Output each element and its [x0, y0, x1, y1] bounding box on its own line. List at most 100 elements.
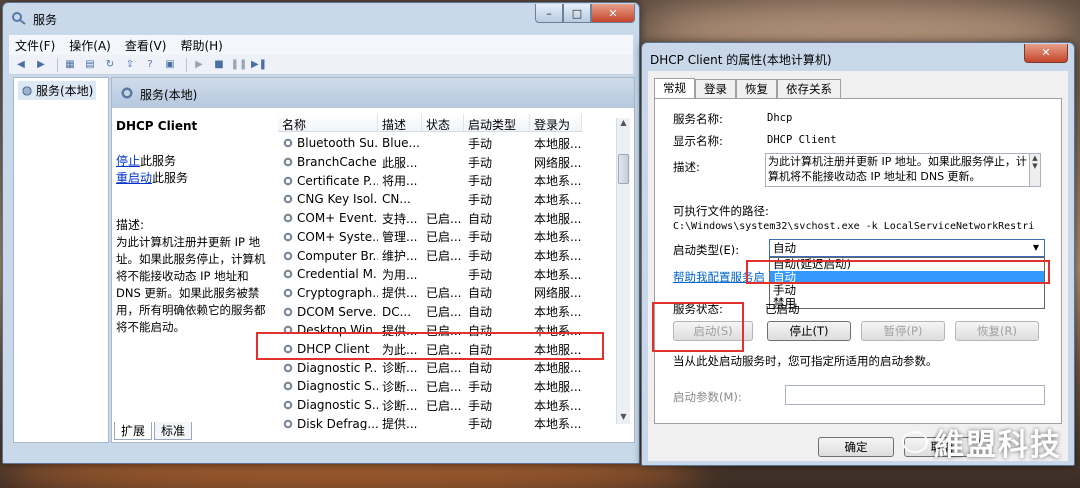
menu-help[interactable]: 帮助(H)	[180, 37, 222, 54]
log-on-as-cell: 本地系...	[534, 230, 582, 245]
start-parameters-label: 启动参数(M):	[673, 390, 742, 404]
table-row[interactable]: Cryptograph... 提供... 已启... 自动 网络服...	[278, 284, 582, 303]
gear-icon	[282, 361, 294, 374]
table-row[interactable]: Certificate P... 将用... 手动 本地系...	[278, 171, 582, 190]
chevron-down-icon[interactable]: ▼	[1028, 240, 1044, 256]
log-on-as-cell: 本地系...	[534, 267, 582, 282]
table-row[interactable]: Diagnostic S... 诊断... 已启... 手动 本地系...	[278, 396, 582, 415]
cell-text: Computer Br...	[297, 248, 378, 263]
startup-type-select[interactable]: 自动 ▼	[769, 239, 1045, 257]
vertical-scrollbar[interactable]: ▲ ▼	[616, 118, 630, 424]
column-description[interactable]: 描述	[378, 114, 422, 131]
log-on-as-cell: 本地服...	[534, 361, 582, 376]
table-row[interactable]: COM+ Event... 支持... 已启... 自动 本地服...	[278, 209, 582, 228]
window-title: 服务	[33, 13, 58, 27]
pause-button[interactable]: 暂停(P)	[861, 321, 945, 341]
tab-extended[interactable]: 扩展	[114, 422, 153, 440]
scroll-up-icon[interactable]: ▲	[617, 118, 630, 130]
column-status[interactable]: 状态	[422, 114, 464, 131]
cell-text: Diagnostic S...	[297, 398, 378, 413]
table-row[interactable]: CNG Key Isol... CN... 手动 本地系...	[278, 190, 582, 209]
startup-type-cell: 手动	[468, 174, 493, 189]
table-row[interactable]: Diagnostic S... 诊断... 已启... 手动 本地服...	[278, 377, 582, 396]
service-name-cell: Bluetooth Su...	[278, 136, 378, 150]
log-on-as-cell: 本地系...	[534, 174, 582, 189]
description-box[interactable]: 为此计算机注册并更新 IP 地址。如果此服务停止，计算机将不能接收动态 IP 地…	[765, 153, 1031, 187]
pane-title: 服务(本地)	[140, 88, 198, 102]
tab-general[interactable]: 常规	[654, 78, 695, 98]
tree-node-services-local[interactable]: 服务(本地)	[18, 81, 97, 100]
services-pane: 服务(本地) DHCP Client 停止此服务 重启动此服务 描述: 为此计算…	[111, 77, 635, 443]
table-row[interactable]: BranchCache 此服... 手动 网络服...	[278, 153, 582, 172]
stop-button[interactable]: 停止(T)	[767, 321, 851, 341]
tab-dependencies[interactable]: 依存关系	[777, 79, 841, 99]
menu-action[interactable]: 操作(A)	[69, 37, 111, 54]
service-status-value: 已启动	[765, 302, 800, 316]
table-row[interactable]: Bluetooth Su... Blue... 手动 本地服...	[278, 134, 582, 153]
description-cell: 支持...	[382, 211, 418, 226]
table-row[interactable]: Diagnostic P... 诊断... 已启... 自动 本地服...	[278, 358, 582, 377]
properties-icon[interactable]: ▤	[82, 58, 98, 72]
play-icon[interactable]: ▶	[191, 58, 207, 72]
menu-file[interactable]: 文件(F)	[15, 37, 55, 54]
dialog-close-button[interactable]: ✕	[1024, 44, 1068, 63]
refresh-icon[interactable]: ↻	[102, 58, 118, 72]
dialog-tabs: 常规 登录 恢复 依存关系	[654, 78, 841, 99]
highlight-box	[746, 260, 1050, 284]
option-disabled[interactable]: 禁用	[770, 297, 1044, 310]
close-button[interactable]: ✕	[591, 4, 635, 23]
pause-icon[interactable]: ❚❚	[231, 58, 248, 72]
scroll-down-icon[interactable]: ▼	[617, 412, 630, 424]
cell-text: CNG Key Isol...	[297, 192, 378, 207]
option-manual[interactable]: 手动	[770, 284, 1044, 297]
restart-icon[interactable]: ▶❚	[251, 58, 267, 72]
title-bar[interactable]: 服务 – □ ✕	[3, 3, 639, 33]
table-row[interactable]: Computer Br... 维护... 已启... 手动 本地系...	[278, 246, 582, 265]
minimize-button[interactable]: –	[535, 4, 563, 23]
column-name[interactable]: 名称	[278, 114, 378, 131]
export-icon[interactable]: ⇪	[122, 58, 138, 72]
table-row[interactable]: Credential M... 为用... 手动 本地系...	[278, 265, 582, 284]
watermark-text: 維盟科技	[934, 428, 1062, 463]
gear-icon	[282, 286, 294, 299]
show-tree-icon[interactable]: ▦	[62, 58, 78, 72]
log-on-as-cell: 本地系...	[534, 249, 582, 264]
column-startup-type[interactable]: 启动类型	[464, 114, 530, 131]
gear-icon	[282, 212, 294, 225]
help-icon[interactable]: ?	[142, 58, 158, 72]
service-name-cell: DCOM Serve...	[278, 305, 378, 319]
cell-text: COM+ Event...	[297, 211, 378, 226]
table-row[interactable]: COM+ Syste... 管理... 已启... 手动 本地系...	[278, 228, 582, 247]
stop-service-link[interactable]: 停止	[116, 154, 140, 168]
tab-recovery[interactable]: 恢复	[736, 79, 777, 99]
stop-icon[interactable]: ■	[211, 58, 227, 72]
table-row[interactable]: Disk Defrag... 提供... 手动 本地系...	[278, 415, 582, 430]
ok-button[interactable]: 确定	[818, 437, 894, 457]
properties-dialog: DHCP Client 的属性(本地计算机) ✕ 常规 登录 恢复 依存关系 服…	[641, 42, 1075, 466]
column-log-on-as[interactable]: 登录为	[530, 114, 582, 131]
description-cell: 管理...	[382, 230, 418, 245]
restart-service-link[interactable]: 重启动	[116, 171, 152, 185]
cell-text: Cryptograph...	[297, 285, 378, 300]
log-on-as-cell: 本地系...	[534, 417, 582, 430]
menu-view[interactable]: 查看(V)	[125, 37, 167, 54]
back-icon[interactable]: ◀	[13, 58, 29, 72]
cell-text: Diagnostic S...	[297, 379, 378, 394]
console-icon[interactable]: ▣	[162, 58, 178, 72]
tab-logon[interactable]: 登录	[695, 79, 736, 99]
service-detail-panel: DHCP Client 停止此服务 重启动此服务 描述: 为此计算机注册并更新 …	[116, 118, 272, 336]
status-cell: 已启...	[426, 398, 462, 413]
description-scrollbar[interactable]: ▲ ▼	[1029, 153, 1041, 187]
forward-icon[interactable]: ▶	[33, 58, 49, 72]
display-name-value: DHCP Client	[767, 134, 837, 146]
tab-standard[interactable]: 标准	[154, 422, 193, 440]
status-cell: 已启...	[426, 379, 462, 394]
table-row[interactable]: DCOM Serve... DC... 已启... 自动 本地系...	[278, 302, 582, 321]
services-icon	[21, 84, 33, 97]
description-cell: 将用...	[382, 174, 418, 189]
start-parameters-input[interactable]	[785, 385, 1045, 405]
resume-button[interactable]: 恢复(R)	[955, 321, 1039, 341]
maximize-button[interactable]: □	[563, 4, 591, 23]
scroll-thumb[interactable]	[618, 154, 629, 184]
description-cell: 诊断...	[382, 379, 418, 394]
